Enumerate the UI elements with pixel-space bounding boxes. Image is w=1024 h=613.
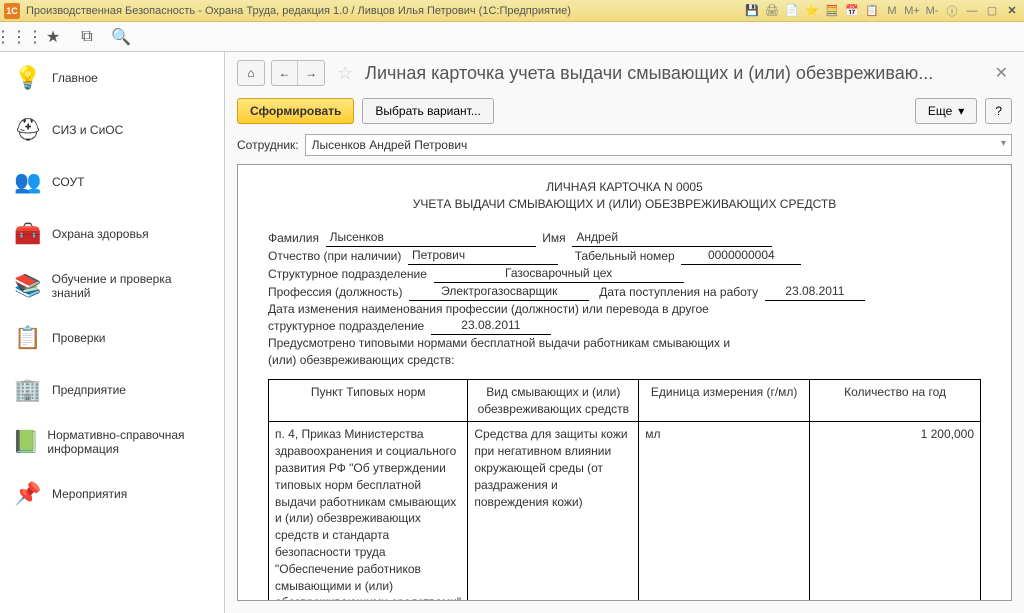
home-button[interactable]: ⌂ [238,61,264,85]
norms-table: Пункт Типовых норм Вид смывающих и (или)… [268,379,981,601]
lamp-icon: 💡 [12,62,44,94]
home-nav: ⌂ [237,60,265,86]
zoom-out-icon[interactable]: M- [924,3,940,19]
row-norms1: Предусмотрено типовыми нормами бесплатно… [268,335,981,352]
sidebar-item-label: Обучение и проверка знаний [52,272,212,300]
window-titlebar: 1C Производственная Безопасность - Охран… [0,0,1024,22]
info-icon[interactable]: ⓘ [944,3,960,19]
row-dept: Структурное подразделение Газосварочный … [268,265,981,283]
favorite-icon[interactable]: ⭐ [804,3,820,19]
sidebar-item-label: Мероприятия [52,487,127,501]
sidebar-item-checks[interactable]: 📋 Проверки [0,312,224,364]
apps-icon[interactable]: ⋮⋮⋮ [10,28,28,46]
sidebar-item-label: Главное [52,71,98,85]
sidebar-item-enterprise[interactable]: 🏢 Предприятие [0,364,224,416]
employee-label: Сотрудник: [237,138,299,152]
row-prof: Профессия (должность) Электрогазосварщик… [268,283,981,301]
table-row: п. 4, Приказ Министерства здравоохранени… [269,422,981,601]
window-title: Производственная Безопасность - Охрана Т… [26,5,744,17]
employee-row: Сотрудник: Лысенков Андрей Петрович [225,132,1024,164]
helmet-icon: ⛑ [12,114,44,146]
chevron-down-icon: ▾ [958,104,964,118]
more-button[interactable]: Еще▾ [915,98,977,124]
th-qty: Количество на год [810,379,981,422]
titlebar-icons: 💾 🖨 📄 ⭐ 🧮 📅 📋 M M+ M- ⓘ — ▢ ✕ [744,3,1020,19]
page-close-button[interactable]: ✕ [991,63,1012,83]
cell-norms: п. 4, Приказ Министерства здравоохранени… [269,422,468,601]
sidebar-item-training[interactable]: 📚 Обучение и проверка знаний [0,260,224,312]
action-bar: Сформировать Выбрать вариант... Еще▾ ? [225,94,1024,132]
sidebar-item-label: Предприятие [52,383,126,397]
star-icon[interactable]: ★ [44,28,62,46]
cell-qty: 1 200,000 [810,422,981,601]
zoom-in-icon[interactable]: M+ [904,3,920,19]
sidebar: 💡 Главное ⛑ СИЗ и СиОС 👥 СОУТ 🧰 Охрана здоро… [0,52,225,613]
row-change2: структурное подразделение 23.08.2011 [268,317,981,335]
building-icon: 🏢 [12,374,44,406]
row-change1: Дата изменения наименования профессии (д… [268,301,981,318]
sidebar-item-health[interactable]: 🧰 Охрана здоровья [0,208,224,260]
history-nav: ← → [271,60,325,86]
document-body: ЛИЧНАЯ КАРТОЧКА N 0005 УЧЕТА ВЫДАЧИ СМЫВ… [238,165,1011,601]
checklist-icon: 📋 [12,322,44,354]
pin-icon: 📌 [12,478,44,510]
sidebar-item-siz[interactable]: ⛑ СИЗ и СиОС [0,104,224,156]
back-button[interactable]: ← [272,61,298,85]
row-name: Фамилия Лысенков Имя Андрей [268,229,981,247]
books-icon: 📚 [12,270,44,302]
people-icon: 👥 [12,166,44,198]
sidebar-item-label: СОУТ [52,175,84,189]
sidebar-item-sout[interactable]: 👥 СОУТ [0,156,224,208]
favorite-toggle-icon[interactable]: ☆ [337,63,353,84]
sidebar-item-label: Нормативно-справочная информация [47,428,212,456]
row-norms2: (или) обезвреживающих средств: [268,352,981,369]
calendar-icon[interactable]: 📅 [844,3,860,19]
app-logo: 1C [4,3,20,19]
minimize-icon[interactable]: — [964,3,980,19]
doc-icon[interactable]: 📄 [784,3,800,19]
close-window-icon[interactable]: ✕ [1004,3,1020,19]
sidebar-item-label: Проверки [52,331,106,345]
sidebar-item-reference[interactable]: 📗 Нормативно-справочная информация [0,416,224,468]
clipboard-icon[interactable]: ⧉ [78,28,96,46]
forward-button[interactable]: → [298,61,324,85]
reference-icon: 📗 [12,426,39,458]
row-patronymic: Отчество (при наличии) Петрович Табельны… [268,247,981,265]
help-button[interactable]: ? [985,98,1012,124]
sidebar-item-label: Охрана здоровья [52,227,149,241]
panel-handle[interactable] [237,345,238,375]
th-unit: Единица измерения (г/мл) [639,379,810,422]
variant-button[interactable]: Выбрать вариант... [362,98,493,124]
form-button[interactable]: Сформировать [237,98,354,124]
top-toolbar: ⋮⋮⋮ ★ ⧉ 🔍 [0,22,1024,52]
zoom-reset-icon[interactable]: M [884,3,900,19]
doc-title-2: УЧЕТА ВЫДАЧИ СМЫВАЮЩИХ И (ИЛИ) ОБЕЗВРЕЖИ… [268,196,981,213]
save-icon[interactable]: 💾 [744,3,760,19]
th-norms: Пункт Типовых норм [269,379,468,422]
page-header: ⌂ ← → ☆ Личная карточка учета выдачи смы… [225,52,1024,94]
cell-type: Средства для защиты кожи при негативном … [468,422,639,601]
print-icon[interactable]: 🖨 [764,3,780,19]
maximize-icon[interactable]: ▢ [984,3,1000,19]
th-type: Вид смывающих и (или) обезвреживающих ср… [468,379,639,422]
notes-icon[interactable]: 📋 [864,3,880,19]
document-viewport[interactable]: ЛИЧНАЯ КАРТОЧКА N 0005 УЧЕТА ВЫДАЧИ СМЫВ… [237,164,1012,601]
sidebar-item-events[interactable]: 📌 Мероприятия [0,468,224,520]
medkit-icon: 🧰 [12,218,44,250]
calc-icon[interactable]: 🧮 [824,3,840,19]
doc-title-1: ЛИЧНАЯ КАРТОЧКА N 0005 [268,179,981,196]
page-title: Личная карточка учета выдачи смывающих и… [365,63,984,84]
sidebar-item-main[interactable]: 💡 Главное [0,52,224,104]
sidebar-item-label: СИЗ и СиОС [52,123,123,137]
content-area: ⌂ ← → ☆ Личная карточка учета выдачи смы… [225,52,1024,613]
search-icon[interactable]: 🔍 [112,28,130,46]
employee-combo[interactable]: Лысенков Андрей Петрович [305,134,1012,156]
cell-unit: мл [639,422,810,601]
